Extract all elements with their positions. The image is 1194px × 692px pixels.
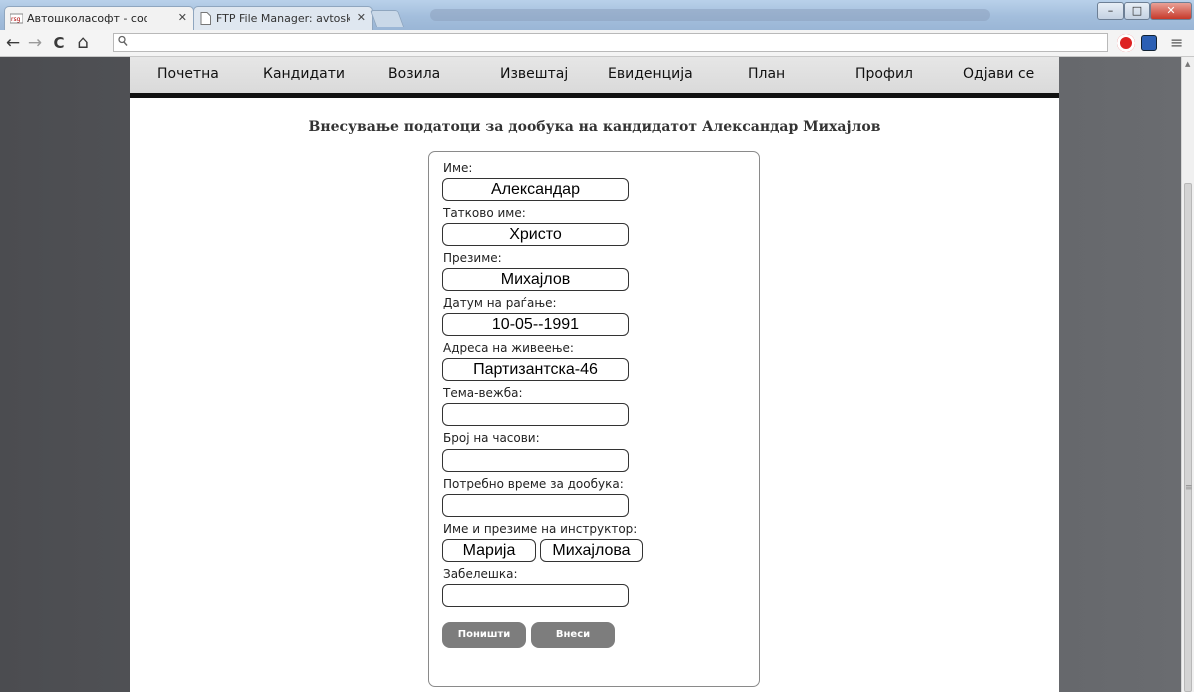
- nav-vehicles[interactable]: Возила: [388, 66, 440, 82]
- menu-icon[interactable]: ≡: [1170, 33, 1183, 52]
- note-input[interactable]: [442, 584, 629, 607]
- scrollbar-grip-icon: ≡: [1185, 483, 1193, 493]
- nav-report[interactable]: Извештај: [500, 66, 568, 82]
- nav-home[interactable]: Почетна: [157, 66, 219, 82]
- page-viewport: Почетна Кандидати Возила Извештај Евиден…: [0, 57, 1181, 692]
- nav-logout[interactable]: Одјави се: [963, 66, 1034, 82]
- tab-label: FTP File Manager: avtosko: [216, 12, 350, 25]
- vertical-scrollbar[interactable]: ▲ ≡: [1181, 57, 1194, 692]
- browser-toolbar: ← → C ⌂ ≡: [0, 30, 1194, 57]
- site-favicon-icon: rsg: [9, 12, 24, 25]
- tab-close-icon[interactable]: ✕: [357, 11, 366, 24]
- top-navigation: Почетна Кандидати Возила Извештај Евиден…: [130, 57, 1059, 98]
- back-button[interactable]: ←: [2, 32, 24, 54]
- first-name-label: Име:: [443, 161, 473, 175]
- tab-active[interactable]: rsg Автошколасофт - софтв ✕: [4, 6, 194, 30]
- father-name-label: Татково име:: [443, 206, 526, 220]
- hours-input[interactable]: [442, 449, 629, 472]
- retraining-form: Име: Татково име: Презиме: Датум на раѓа…: [428, 151, 760, 687]
- page-title: Внесување податоци за дообука на кандида…: [308, 119, 881, 135]
- instructor-last-name-input[interactable]: [540, 539, 643, 562]
- tab-close-icon[interactable]: ✕: [178, 11, 187, 24]
- topic-input[interactable]: [442, 403, 629, 426]
- scrollbar-thumb[interactable]: [1184, 183, 1192, 692]
- cancel-button[interactable]: Поништи: [442, 622, 526, 648]
- nav-candidates[interactable]: Кандидати: [263, 66, 345, 82]
- last-name-input[interactable]: [442, 268, 629, 291]
- window-title: [430, 9, 990, 21]
- nav-records[interactable]: Евиденција: [608, 66, 693, 82]
- minimize-button[interactable]: –: [1097, 2, 1124, 20]
- instructor-first-name-input[interactable]: [442, 539, 536, 562]
- stop-extension-icon[interactable]: [1117, 34, 1135, 52]
- browser-titlebar: rsg Автошколасофт - софтв ✕ FTP File Man…: [0, 0, 1194, 30]
- topic-label: Тема-вежба:: [443, 386, 523, 400]
- birth-date-label: Датум на раѓање:: [443, 296, 557, 310]
- close-window-button[interactable]: ✕: [1150, 2, 1192, 20]
- home-button[interactable]: ⌂: [72, 32, 94, 54]
- page-icon: [199, 12, 212, 25]
- extension-icon[interactable]: [1141, 35, 1157, 51]
- last-name-label: Презиме:: [443, 251, 502, 265]
- first-name-input[interactable]: [442, 178, 629, 201]
- address-bar[interactable]: [113, 33, 1108, 52]
- scroll-up-arrow-icon[interactable]: ▲: [1185, 60, 1190, 68]
- birth-date-input[interactable]: [442, 313, 629, 336]
- svg-text:rsg: rsg: [11, 16, 21, 23]
- page-content: Почетна Кандидати Возила Извештај Евиден…: [130, 57, 1059, 692]
- new-tab-button[interactable]: [369, 10, 405, 27]
- required-time-label: Потребно време за дообука:: [443, 477, 624, 491]
- required-time-input[interactable]: [442, 494, 629, 517]
- tab-label: Автошколасофт - софтв: [27, 12, 147, 25]
- forward-button[interactable]: →: [24, 32, 46, 54]
- reload-button[interactable]: C: [48, 32, 70, 54]
- hours-label: Број на часови:: [443, 431, 540, 445]
- instructor-label: Име и презиме на инструктор:: [443, 522, 638, 536]
- nav-plan[interactable]: План: [748, 66, 785, 82]
- address-input[interactable]: [442, 358, 629, 381]
- note-label: Забелешка:: [443, 567, 518, 581]
- maximize-button[interactable]: □: [1124, 2, 1150, 20]
- search-icon: [118, 34, 128, 52]
- nav-profile[interactable]: Профил: [855, 66, 913, 82]
- address-label: Адреса на живеење:: [443, 341, 574, 355]
- father-name-input[interactable]: [442, 223, 629, 246]
- submit-button[interactable]: Внеси: [531, 622, 615, 648]
- tab-inactive[interactable]: FTP File Manager: avtosko ✕: [193, 6, 373, 30]
